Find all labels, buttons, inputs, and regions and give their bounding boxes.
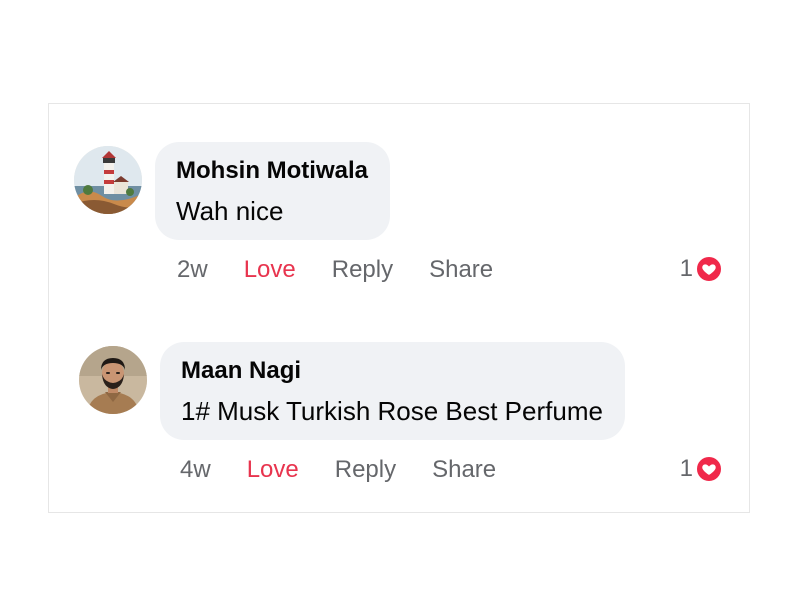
comments-panel: Mohsin Motiwala Wah nice 2w Love Reply S… bbox=[48, 103, 750, 513]
comment-actions: 2w Love Reply Share bbox=[177, 250, 493, 290]
avatar[interactable] bbox=[79, 346, 147, 414]
comment-text: 1# Musk Turkish Rose Best Perfume bbox=[181, 396, 603, 426]
comment-item: Maan Nagi 1# Musk Turkish Rose Best Perf… bbox=[49, 342, 749, 502]
comment-timestamp[interactable]: 2w bbox=[177, 256, 208, 284]
comment-author[interactable]: Mohsin Motiwala bbox=[176, 156, 368, 186]
lighthouse-avatar-icon bbox=[74, 146, 142, 214]
comment-bubble: Mohsin Motiwala Wah nice bbox=[155, 142, 390, 240]
person-avatar-icon bbox=[79, 346, 147, 414]
comment-bubble: Maan Nagi 1# Musk Turkish Rose Best Perf… bbox=[160, 342, 625, 440]
avatar[interactable] bbox=[74, 146, 142, 214]
reaction-summary[interactable]: 1 bbox=[680, 452, 723, 486]
love-button[interactable]: Love bbox=[244, 256, 296, 284]
comment-actions: 4w Love Reply Share bbox=[180, 450, 496, 490]
comment-timestamp[interactable]: 4w bbox=[180, 456, 211, 484]
love-button[interactable]: Love bbox=[247, 456, 299, 484]
heart-icon bbox=[695, 255, 723, 283]
reply-button[interactable]: Reply bbox=[335, 456, 396, 484]
reaction-count: 1 bbox=[679, 455, 693, 482]
reaction-summary[interactable]: 1 bbox=[680, 252, 723, 286]
share-button[interactable]: Share bbox=[429, 256, 493, 284]
share-button[interactable]: Share bbox=[432, 456, 496, 484]
comment-item: Mohsin Motiwala Wah nice 2w Love Reply S… bbox=[49, 142, 749, 302]
reaction-count: 1 bbox=[679, 255, 693, 282]
heart-icon bbox=[695, 455, 723, 483]
comment-text: Wah nice bbox=[176, 196, 284, 226]
reply-button[interactable]: Reply bbox=[332, 256, 393, 284]
comment-author[interactable]: Maan Nagi bbox=[181, 356, 603, 386]
